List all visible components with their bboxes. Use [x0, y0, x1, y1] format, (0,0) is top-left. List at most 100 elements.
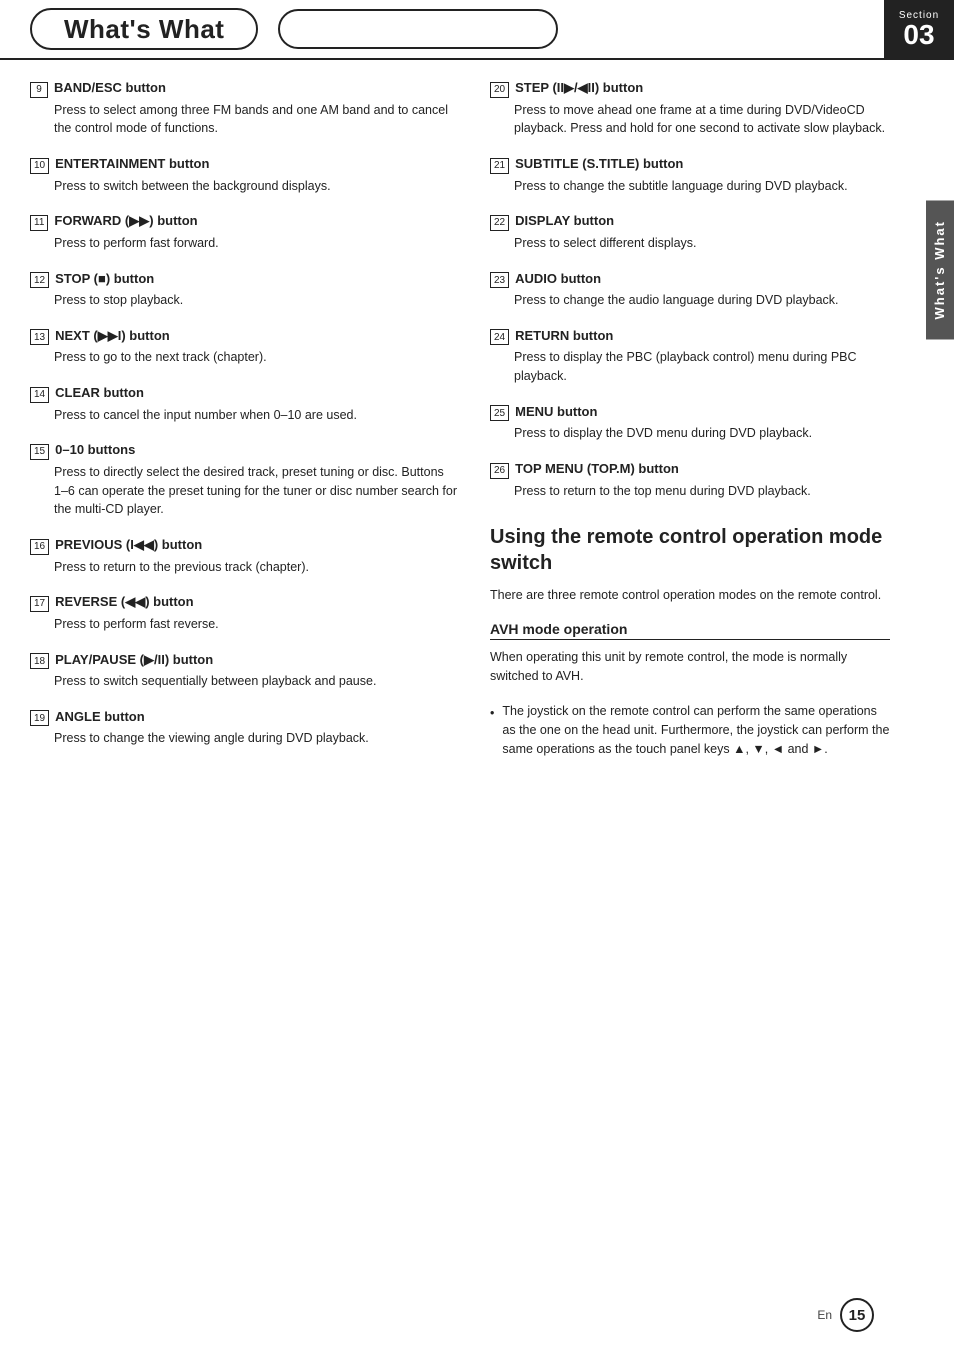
item-title: PLAY/PAUSE (▶/II) button: [55, 652, 213, 668]
item-header: 23 AUDIO button: [490, 271, 890, 289]
list-item: 20 STEP (II▶/◀II) button Press to move a…: [490, 80, 890, 138]
list-item: 9 BAND/ESC button Press to select among …: [30, 80, 460, 138]
list-item: 13 NEXT (▶▶I) button Press to go to the …: [30, 328, 460, 367]
item-number: 12: [30, 272, 49, 288]
bullet-dot: •: [490, 704, 494, 723]
list-item: 16 PREVIOUS (I◀◀) button Press to return…: [30, 537, 460, 576]
top-bar: What's What Section 03: [0, 0, 954, 60]
list-item: 21 SUBTITLE (S.TITLE) button Press to ch…: [490, 156, 890, 195]
item-header: 18 PLAY/PAUSE (▶/II) button: [30, 652, 460, 670]
item-number: 26: [490, 463, 509, 479]
item-title: 0–10 buttons: [55, 442, 135, 457]
item-header: 14 CLEAR button: [30, 385, 460, 403]
item-header: 25 MENU button: [490, 404, 890, 422]
page-number: 15: [840, 1298, 874, 1332]
item-body: Press to change the audio language durin…: [490, 291, 890, 310]
item-header: 19 ANGLE button: [30, 709, 460, 727]
item-number: 16: [30, 539, 49, 555]
item-header: 20 STEP (II▶/◀II) button: [490, 80, 890, 98]
page-container: What's What Section 03 What's What 9 BAN…: [0, 0, 954, 1352]
item-number: 19: [30, 710, 49, 726]
avh-body: When operating this unit by remote contr…: [490, 648, 890, 686]
list-item: 19 ANGLE button Press to change the view…: [30, 709, 460, 748]
item-title: FORWARD (▶▶) button: [54, 213, 197, 229]
item-body: Press to go to the next track (chapter).: [30, 348, 460, 367]
item-title: STOP (■) button: [55, 271, 154, 286]
item-header: 16 PREVIOUS (I◀◀) button: [30, 537, 460, 555]
item-number: 10: [30, 158, 49, 174]
right-column: 20 STEP (II▶/◀II) button Press to move a…: [490, 80, 920, 766]
item-body: Press to return to the top menu during D…: [490, 482, 890, 501]
item-title: PREVIOUS (I◀◀) button: [55, 537, 202, 553]
item-title: NEXT (▶▶I) button: [55, 328, 170, 344]
item-body: Press to perform fast forward.: [30, 234, 460, 253]
list-item: 12 STOP (■) button Press to stop playbac…: [30, 271, 460, 310]
item-header: 13 NEXT (▶▶I) button: [30, 328, 460, 346]
list-item: 15 0–10 buttons Press to directly select…: [30, 442, 460, 519]
item-body: Press to switch sequentially between pla…: [30, 672, 460, 691]
left-column: 9 BAND/ESC button Press to select among …: [30, 80, 460, 766]
item-header: 9 BAND/ESC button: [30, 80, 460, 98]
item-title: DISPLAY button: [515, 213, 614, 228]
item-number: 23: [490, 272, 509, 288]
item-title: REVERSE (◀◀) button: [55, 594, 193, 610]
item-body: Press to directly select the desired tra…: [30, 463, 460, 519]
bullet-text: The joystick on the remote control can p…: [502, 702, 890, 760]
item-header: 12 STOP (■) button: [30, 271, 460, 289]
item-body: Press to perform fast reverse.: [30, 615, 460, 634]
footer: En 15: [817, 1298, 874, 1332]
item-number: 14: [30, 387, 49, 403]
item-body: Press to switch between the background d…: [30, 177, 460, 196]
list-item: 17 REVERSE (◀◀) button Press to perform …: [30, 594, 460, 633]
item-body: Press to stop playback.: [30, 291, 460, 310]
list-item: 10 ENTERTAINMENT button Press to switch …: [30, 156, 460, 195]
list-item: 26 TOP MENU (TOP.M) button Press to retu…: [490, 461, 890, 500]
item-number: 25: [490, 405, 509, 421]
item-number: 13: [30, 329, 49, 345]
item-title: TOP MENU (TOP.M) button: [515, 461, 679, 476]
title-box: What's What: [30, 8, 258, 50]
item-number: 24: [490, 329, 509, 345]
item-title: STEP (II▶/◀II) button: [515, 80, 643, 96]
item-number: 11: [30, 215, 48, 231]
side-tab-label: What's What: [932, 220, 947, 319]
item-header: 15 0–10 buttons: [30, 442, 460, 460]
item-header: 21 SUBTITLE (S.TITLE) button: [490, 156, 890, 174]
item-body: Press to display the PBC (playback contr…: [490, 348, 890, 386]
top-center-oval: [278, 9, 558, 49]
remote-section: Using the remote control operation mode …: [490, 524, 890, 759]
main-content: 9 BAND/ESC button Press to select among …: [0, 60, 954, 786]
item-body: Press to move ahead one frame at a time …: [490, 101, 890, 139]
item-number: 15: [30, 444, 49, 460]
item-header: 10 ENTERTAINMENT button: [30, 156, 460, 174]
item-number: 9: [30, 82, 48, 98]
item-title: ENTERTAINMENT button: [55, 156, 209, 171]
section-badge: Section 03: [884, 0, 954, 58]
item-number: 22: [490, 215, 509, 231]
list-item: 14 CLEAR button Press to cancel the inpu…: [30, 385, 460, 424]
item-title: MENU button: [515, 404, 597, 419]
item-number: 21: [490, 158, 509, 174]
list-item: 18 PLAY/PAUSE (▶/II) button Press to swi…: [30, 652, 460, 691]
top-center-box: [258, 0, 954, 58]
list-item: 22 DISPLAY button Press to select differ…: [490, 213, 890, 252]
list-item: 23 AUDIO button Press to change the audi…: [490, 271, 890, 310]
remote-section-intro: There are three remote control operation…: [490, 586, 890, 605]
item-header: 22 DISPLAY button: [490, 213, 890, 231]
item-title: AUDIO button: [515, 271, 601, 286]
page-lang: En: [817, 1308, 832, 1322]
section-number: 03: [903, 21, 934, 49]
item-body: Press to change the subtitle language du…: [490, 177, 890, 196]
item-header: 11 FORWARD (▶▶) button: [30, 213, 460, 231]
item-title: RETURN button: [515, 328, 613, 343]
list-item: 25 MENU button Press to display the DVD …: [490, 404, 890, 443]
item-body: Press to display the DVD menu during DVD…: [490, 424, 890, 443]
item-body: Press to select different displays.: [490, 234, 890, 253]
item-number: 17: [30, 596, 49, 612]
item-body: Press to select among three FM bands and…: [30, 101, 460, 139]
list-item: 11 FORWARD (▶▶) button Press to perform …: [30, 213, 460, 252]
item-title: ANGLE button: [55, 709, 145, 724]
remote-section-heading: Using the remote control operation mode …: [490, 524, 890, 576]
avh-sub-heading: AVH mode operation: [490, 621, 890, 640]
item-number: 18: [30, 653, 49, 669]
